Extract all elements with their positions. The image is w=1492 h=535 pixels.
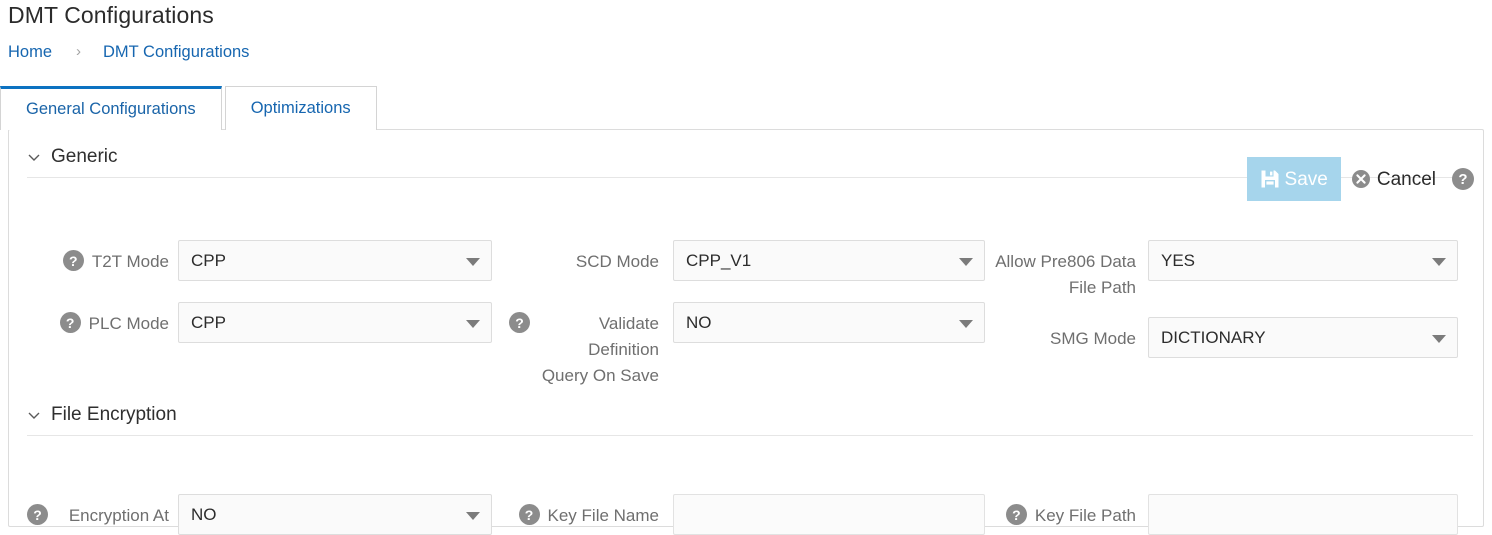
select-value: NO: [191, 504, 217, 524]
cancel-button-label: Cancel: [1376, 168, 1436, 190]
field-label: SCD Mode: [575, 252, 659, 271]
field-label-group: ? PLC Mode: [27, 302, 169, 337]
breadcrumb-current-link[interactable]: DMT Configurations: [103, 41, 249, 63]
key-file-path-input[interactable]: [1148, 494, 1458, 535]
key-file-name-input[interactable]: [673, 494, 985, 535]
chevron-down-icon: [466, 511, 480, 520]
help-circle-icon[interactable]: ?: [27, 504, 48, 525]
field-label: Key File Path: [1034, 506, 1136, 525]
field-control: CPP_V1: [673, 240, 985, 281]
field-label-group: ? T2T Mode: [27, 240, 169, 275]
chevron-right-icon: ›: [76, 43, 82, 60]
save-button[interactable]: Save: [1246, 157, 1341, 201]
field-label: T2T Mode: [91, 252, 169, 271]
t2t-mode-select[interactable]: CPP: [178, 240, 492, 281]
smg-mode-select[interactable]: DICTIONARY: [1148, 317, 1458, 358]
section-divider: [27, 435, 1473, 436]
field-control: CPP: [178, 302, 492, 343]
field-control: NO: [673, 302, 985, 343]
circle-x-icon: [1351, 169, 1371, 189]
chevron-down-icon: [959, 257, 973, 266]
field-smg-mode: SMG Mode DICTIONARY: [994, 317, 1458, 358]
chevron-down-icon[interactable]: [27, 408, 41, 422]
field-label: SMG Mode: [1050, 329, 1136, 348]
page-title: DMT Configurations: [8, 2, 214, 28]
field-scd-mode: SCD Mode CPP_V1: [509, 240, 985, 281]
section-generic: Generic Save Cancel ? ? T2T Mode CPP SCD…: [9, 136, 1483, 385]
field-control: CPP: [178, 240, 492, 281]
field-label-group: ? Key File Path: [994, 494, 1136, 529]
chevron-down-icon: [1432, 334, 1446, 343]
floppy-disk-icon: [1259, 168, 1281, 190]
field-t2t-mode: ? T2T Mode CPP: [27, 240, 492, 281]
select-value: CPP_V1: [686, 250, 752, 270]
chevron-down-icon: [466, 319, 480, 328]
save-button-label: Save: [1284, 168, 1328, 190]
chevron-down-icon: [466, 257, 480, 266]
field-control: [673, 494, 985, 535]
breadcrumb-home-link[interactable]: Home: [8, 41, 52, 63]
field-label: PLC Mode: [88, 314, 169, 333]
scd-mode-select[interactable]: CPP_V1: [673, 240, 985, 281]
field-label: Validate Definition Query On Save: [541, 314, 659, 385]
section-file-encryption-header[interactable]: File Encryption: [9, 394, 1483, 436]
encryption-at-rest-select[interactable]: NO: [178, 494, 492, 535]
field-label-group: Allow Pre806 Data File Path: [994, 240, 1136, 301]
field-key-file-name: ? Key File Name: [509, 494, 985, 535]
section-file-encryption: File Encryption ? Encryption At Rest NO: [9, 394, 1483, 535]
field-label-group: ? Key File Name: [509, 494, 659, 529]
chevron-down-icon: [959, 319, 973, 328]
chevron-down-icon[interactable]: [27, 150, 41, 164]
field-control: NO: [178, 494, 492, 535]
select-value: CPP: [191, 250, 226, 270]
field-label-group: ? Validate Definition Query On Save: [509, 302, 659, 389]
field-control: YES: [1148, 240, 1458, 281]
tab-label: Optimizations: [250, 99, 351, 117]
field-allow-pre806-data-file-path: Allow Pre806 Data File Path YES: [994, 240, 1458, 301]
select-value: DICTIONARY: [1161, 327, 1266, 347]
breadcrumb: Home › DMT Configurations: [8, 41, 249, 63]
cancel-button[interactable]: Cancel: [1341, 157, 1442, 201]
field-control: DICTIONARY: [1148, 317, 1458, 358]
plc-mode-select[interactable]: CPP: [178, 302, 492, 343]
help-circle-icon[interactable]: ?: [1005, 504, 1027, 525]
field-label: Encryption At Rest: [68, 506, 169, 535]
configuration-panel: Generic Save Cancel ? ? T2T Mode CPP SCD…: [8, 129, 1484, 535]
help-circle-icon[interactable]: ?: [1452, 168, 1474, 190]
dmt-configurations-page: DMT Configurations Home › DMT Configurat…: [0, 0, 1492, 535]
field-label-group: ? Encryption At Rest: [27, 494, 169, 535]
validate-definition-query-on-save-select[interactable]: NO: [673, 302, 985, 343]
select-value: NO: [686, 312, 712, 332]
help-circle-icon[interactable]: ?: [518, 504, 540, 525]
tab-general-configurations[interactable]: General Configurations: [0, 86, 222, 130]
section-title: File Encryption: [51, 404, 177, 425]
field-label-group: SMG Mode: [994, 317, 1136, 352]
section-title: Generic: [51, 146, 118, 167]
tab-optimizations[interactable]: Optimizations: [224, 86, 377, 130]
chevron-down-icon: [1432, 257, 1446, 266]
field-encryption-at-rest: ? Encryption At Rest NO: [27, 494, 492, 535]
help-circle-icon[interactable]: ?: [509, 312, 530, 333]
select-value: CPP: [191, 312, 226, 332]
field-label: Key File Name: [547, 506, 659, 525]
tab-label: General Configurations: [26, 100, 196, 118]
select-value: YES: [1161, 250, 1196, 270]
tabstrip: General Configurations Optimizations: [0, 86, 377, 130]
field-label: Allow Pre806 Data File Path: [995, 252, 1136, 297]
field-validate-definition-query-on-save: ? Validate Definition Query On Save NO: [509, 302, 985, 389]
field-key-file-path: ? Key File Path: [994, 494, 1458, 535]
help-circle-icon[interactable]: ?: [62, 250, 84, 271]
action-bar: Save Cancel ?: [1246, 157, 1474, 201]
field-plc-mode: ? PLC Mode CPP: [27, 302, 492, 343]
allow-pre806-data-file-path-select[interactable]: YES: [1148, 240, 1458, 281]
help-circle-icon[interactable]: ?: [59, 312, 81, 333]
field-label-group: SCD Mode: [509, 240, 659, 275]
field-control: [1148, 494, 1458, 535]
